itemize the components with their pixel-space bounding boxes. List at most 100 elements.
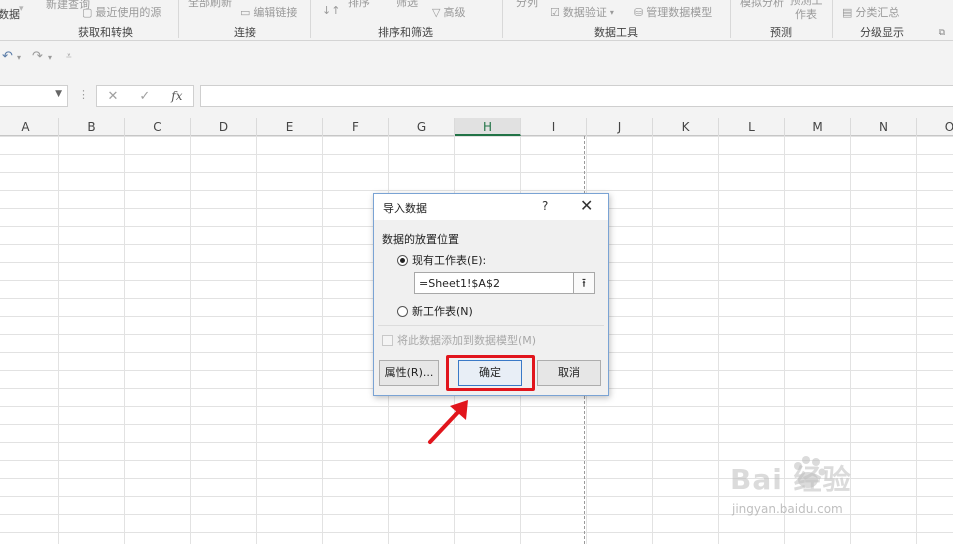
watermark-url: jingyan.baidu.com <box>732 502 843 516</box>
resize-handle-icon[interactable]: ⋮ <box>78 88 89 101</box>
dialog-divider <box>378 325 604 326</box>
checkbox-icon[interactable] <box>382 334 393 346</box>
subtotal-label: 分类汇总 <box>855 6 900 19</box>
data-model-icon: ⛁ <box>634 5 644 19</box>
chevron-down-icon[interactable]: ▼ <box>55 89 62 99</box>
group-label-get-transform: 获取和转换 <box>78 26 133 39</box>
advanced-filter-button[interactable]: ▽ 高级 <box>432 4 465 20</box>
manage-model-label: 管理数据模型 <box>646 6 713 19</box>
split-label: 分列 <box>516 0 538 9</box>
advanced-label: 高级 <box>443 6 466 19</box>
grid-column-line <box>58 136 59 544</box>
forecast-sheet-button[interactable]: 预测工作表 <box>788 0 824 22</box>
redo-icon[interactable]: ↷ <box>32 49 43 64</box>
column-header-g[interactable]: G <box>389 118 455 136</box>
chevron-down-icon[interactable]: ▾ <box>17 53 21 62</box>
add-to-model-label: 将此数据添加到数据模型(M) <box>397 334 537 347</box>
baidu-watermark: Bai 经验 jingyan.baidu.com <box>730 452 950 532</box>
column-header-b[interactable]: B <box>59 118 125 136</box>
filter-button[interactable]: 筛选 <box>396 0 418 10</box>
grid-column-line <box>256 136 257 544</box>
subtotal-button[interactable]: ▤ 分类汇总 <box>842 4 899 20</box>
paw-logo-icon <box>794 456 826 488</box>
grid-column-line <box>652 136 653 544</box>
refresh-all-label: 全部刷新 <box>188 0 232 9</box>
dialog-launcher-icon[interactable]: ⧉ <box>939 28 945 38</box>
forecast-sheet-label: 预测工作表 <box>789 0 823 21</box>
radio-new-sheet[interactable]: 新工作表(N) <box>397 303 473 319</box>
column-header-k[interactable]: K <box>653 118 719 136</box>
group-separator <box>832 0 833 38</box>
sort-button[interactable]: 排序 <box>348 0 370 10</box>
radio-new-label: 新工作表(N) <box>412 305 473 318</box>
reference-input[interactable]: =Sheet1!$A$2 <box>414 272 574 294</box>
properties-button[interactable]: 属性(R)... <box>379 360 439 386</box>
recent-sources-button[interactable]: ▢ 最近使用的源 <box>82 4 161 20</box>
sort-label: 排序 <box>348 0 370 9</box>
grid-column-line <box>190 136 191 544</box>
refresh-all-button[interactable]: 全部刷新 <box>188 0 232 10</box>
collapse-dialog-icon[interactable]: ⭱ <box>574 272 595 294</box>
radio-unselected-icon[interactable] <box>397 305 408 317</box>
sort-az-button[interactable]: ↓↑ <box>322 4 340 17</box>
chevron-down-icon: ▾ <box>609 7 614 17</box>
enter-icon[interactable]: ✓ <box>139 89 150 104</box>
radio-existing-sheet[interactable]: 现有工作表(E): <box>397 252 486 268</box>
column-header-e[interactable]: E <box>257 118 323 136</box>
column-header-f[interactable]: F <box>323 118 389 136</box>
column-header-h[interactable]: H <box>455 118 521 136</box>
column-headers: ABCDEFGHIJKLMNO <box>0 118 953 136</box>
column-header-o[interactable]: O <box>917 118 953 136</box>
close-icon[interactable]: ✕ <box>580 196 593 215</box>
group-separator <box>502 0 503 38</box>
ok-highlight-box <box>446 355 535 391</box>
edit-links-label: 编辑链接 <box>253 6 298 19</box>
insert-function-icon[interactable]: fx <box>171 89 182 103</box>
data-validation-label: 数据验证 <box>562 6 607 19</box>
column-header-c[interactable]: C <box>125 118 191 136</box>
quick-access-toolbar: ↶ ▾ ↷ ▾ ⩡ <box>0 41 953 74</box>
manage-data-model-button[interactable]: ⛁ 管理数据模型 <box>634 4 712 20</box>
formula-bar: ▼ ⋮ ✕ ✓ fx <box>0 74 953 118</box>
cancel-icon[interactable]: ✕ <box>107 89 118 104</box>
filter-label: 筛选 <box>396 0 418 9</box>
data-validation-icon: ☑ <box>550 5 560 19</box>
radio-existing-label: 现有工作表(E): <box>412 254 487 267</box>
edit-links-icon: ▭ <box>240 5 251 19</box>
group-label-connections: 连接 <box>234 26 256 39</box>
ribbon-get-data-label[interactable]: 数据 <box>0 6 20 22</box>
group-separator <box>730 0 731 38</box>
column-header-m[interactable]: M <box>785 118 851 136</box>
chevron-down-icon[interactable]: ▾ <box>48 53 52 62</box>
formula-input[interactable] <box>200 85 953 107</box>
group-label-sort-filter: 排序和筛选 <box>378 26 433 39</box>
column-header-a[interactable]: A <box>0 118 59 136</box>
add-to-data-model-checkbox[interactable]: 将此数据添加到数据模型(M) <box>382 332 536 348</box>
undo-icon[interactable]: ↶ <box>2 49 13 64</box>
whatif-analysis-button[interactable]: 模拟分析 <box>740 0 784 10</box>
group-separator <box>310 0 311 38</box>
column-header-j[interactable]: J <box>587 118 653 136</box>
name-box[interactable]: ▼ <box>0 85 68 107</box>
edit-links-button[interactable]: ▭ 编辑链接 <box>240 4 297 20</box>
recent-sources-icon: ▢ <box>82 5 93 19</box>
text-to-columns-button[interactable]: 分列 <box>516 0 538 10</box>
recent-sources-label: 最近使用的源 <box>95 6 162 19</box>
customize-qat-icon[interactable]: ⩡ <box>66 51 72 62</box>
reference-value: =Sheet1!$A$2 <box>419 277 500 290</box>
column-header-n[interactable]: N <box>851 118 917 136</box>
cancel-button[interactable]: 取消 <box>537 360 601 386</box>
grid-column-line <box>718 136 719 544</box>
chevron-down-icon: ▾ <box>19 4 24 14</box>
subtotal-icon: ▤ <box>842 5 853 19</box>
radio-selected-icon[interactable] <box>397 254 408 266</box>
column-header-l[interactable]: L <box>719 118 785 136</box>
dialog-title: 导入数据 <box>383 202 427 215</box>
column-header-d[interactable]: D <box>191 118 257 136</box>
grid-column-line <box>124 136 125 544</box>
column-header-i[interactable]: I <box>521 118 587 136</box>
group-label-outline: 分级显示 <box>860 26 904 39</box>
help-icon[interactable]: ? <box>542 199 548 213</box>
sort-icon: ↓↑ <box>322 4 341 17</box>
data-validation-button[interactable]: ☑ 数据验证 ▾ <box>550 4 614 20</box>
